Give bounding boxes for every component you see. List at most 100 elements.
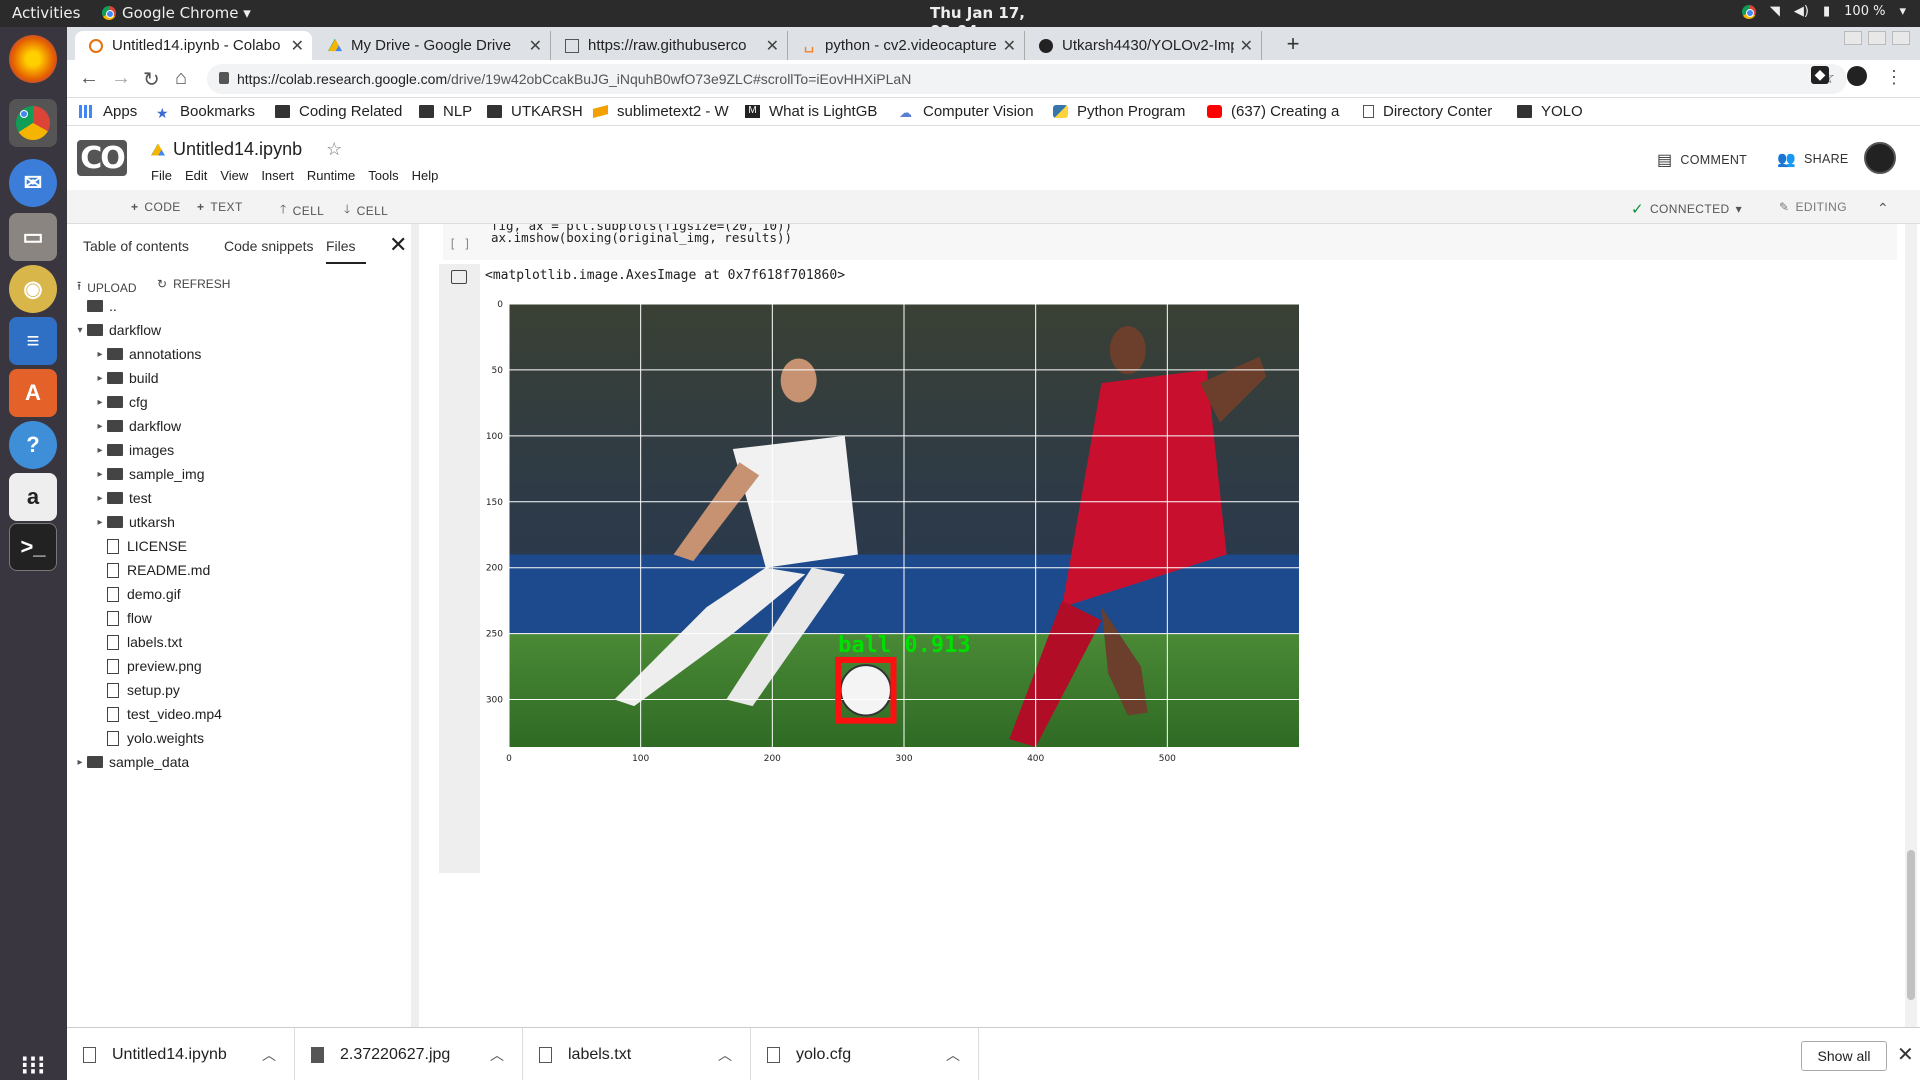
extension-icon[interactable]: ◆ [1811, 66, 1829, 84]
software-center-icon[interactable]: A [9, 369, 57, 417]
collapsed-arrow-icon[interactable]: ▸ [93, 445, 107, 456]
file-tree-item[interactable]: LICENSE [93, 536, 187, 556]
new-tab-button[interactable]: + [1279, 31, 1307, 57]
chevron-up-icon[interactable]: ︿ [718, 1045, 732, 1065]
close-tab-icon[interactable]: ✕ [766, 36, 779, 56]
file-tree-item[interactable]: test_video.mp4 [93, 704, 222, 724]
tab-table-of-contents[interactable]: Table of contents [83, 238, 189, 254]
file-tree-item[interactable]: flow [93, 608, 152, 628]
tab-github[interactable]: Utkarsh4430/YOLOv2-Imp ✕ [1025, 31, 1262, 60]
star-icon[interactable]: ☆ [326, 139, 342, 160]
tab-code-snippets[interactable]: Code snippets [224, 238, 314, 254]
url-field[interactable]: https://colab.research.google.com/drive/… [207, 64, 1847, 94]
bookmark-python-program[interactable]: Python Program [1053, 103, 1191, 120]
collapsed-arrow-icon[interactable]: ▸ [93, 373, 107, 384]
close-tab-icon[interactable]: ✕ [291, 36, 304, 56]
close-window-button[interactable] [1892, 31, 1910, 45]
bookmark-apps[interactable]: Apps [79, 103, 137, 120]
reload-icon[interactable]: ↻ [143, 67, 160, 92]
file-tree-item[interactable]: ▸ cfg [93, 392, 147, 412]
chrome-tray-icon[interactable] [1741, 4, 1756, 19]
collapse-header-icon[interactable]: ⌃ [1877, 200, 1889, 217]
menu-help[interactable]: Help [412, 168, 439, 183]
download-item[interactable]: 2.37220627.jpg ︿ [295, 1028, 523, 1080]
collapsed-arrow-icon[interactable]: ▸ [93, 349, 107, 360]
chrome-menu-icon[interactable]: ⋮ [1885, 67, 1903, 88]
files-icon[interactable]: ▭ [9, 213, 57, 261]
share-button[interactable]: 👥 SHARE [1777, 150, 1849, 168]
refresh-button[interactable]: ↻ REFRESH [157, 277, 230, 291]
move-cell-down-button[interactable]: 🡓 CELL [344, 200, 388, 221]
download-item[interactable]: labels.txt ︿ [523, 1028, 751, 1080]
bookmark-folder-utkarsh[interactable]: UTKARSH [487, 103, 583, 120]
file-tree-item[interactable]: ▸ test [93, 488, 151, 508]
collapsed-arrow-icon[interactable]: ▸ [73, 757, 87, 768]
back-icon[interactable]: ← [79, 67, 99, 90]
file-tree-item[interactable]: ▸ build [93, 368, 158, 388]
notebook-scrollbar[interactable] [1905, 224, 1917, 1027]
bookmark-folder-yolo[interactable]: YOLO [1517, 103, 1583, 120]
bookmark-folder-nlp[interactable]: NLP [419, 103, 472, 120]
tab-drive[interactable]: My Drive - Google Drive ✕ [314, 31, 551, 60]
file-tree-item[interactable]: ▸ sample_data [73, 752, 189, 772]
colab-logo[interactable]: CO [77, 140, 127, 176]
expanded-arrow-icon[interactable]: ▾ [73, 325, 87, 336]
file-tree-item[interactable]: setup.py [93, 680, 180, 700]
add-code-button[interactable]: + CODE [131, 200, 181, 214]
output-options-icon[interactable] [451, 270, 467, 284]
file-tree-item[interactable]: ▾ darkflow [73, 320, 161, 340]
show-all-button[interactable]: Show all [1801, 1041, 1887, 1071]
tab-raw-github[interactable]: https://raw.githubuserco ✕ [551, 31, 788, 60]
file-tree-item[interactable]: labels.txt [93, 632, 182, 652]
runtime-status[interactable]: ✓ CONNECTED ▾ [1631, 200, 1742, 218]
bookmark-lightgbm[interactable]: M What is LightGB [745, 103, 883, 120]
firefox-icon[interactable] [9, 35, 57, 83]
file-tree-item[interactable]: ▸ darkflow [93, 416, 181, 436]
terminal-icon[interactable]: >_ [9, 523, 57, 571]
file-tree-item[interactable]: README.md [93, 560, 210, 580]
help-icon[interactable]: ? [9, 421, 57, 469]
thunderbird-icon[interactable]: ✉ [9, 159, 57, 207]
bookmark-youtube[interactable]: (637) Creating a [1207, 103, 1345, 120]
home-icon[interactable]: ⌂ [175, 67, 187, 90]
chevron-up-icon[interactable]: ︿ [490, 1045, 504, 1065]
close-tab-icon[interactable]: ✕ [1003, 36, 1016, 56]
menu-view[interactable]: View [220, 168, 248, 183]
tab-stackoverflow[interactable]: python - cv2.videocapture ✕ [788, 31, 1025, 60]
rhythmbox-icon[interactable]: ◉ [9, 265, 57, 313]
file-tree-item[interactable]: ▸ annotations [93, 344, 201, 364]
move-cell-up-button[interactable]: 🡑 CELL [280, 200, 324, 221]
upload-button[interactable]: ⭱ UPLOAD [77, 277, 137, 298]
maximize-button[interactable] [1868, 31, 1886, 45]
file-tree-item[interactable]: yolo.weights [93, 728, 204, 748]
editing-mode-button[interactable]: ✎ EDITING [1779, 200, 1847, 214]
avatar[interactable] [1864, 142, 1896, 174]
collapsed-arrow-icon[interactable]: ▸ [93, 469, 107, 480]
chevron-up-icon[interactable]: ︿ [946, 1045, 960, 1065]
menu-runtime[interactable]: Runtime [307, 168, 355, 183]
menu-tools[interactable]: Tools [368, 168, 398, 183]
file-tree-item[interactable]: ▸ images [93, 440, 174, 460]
tab-colab[interactable]: Untitled14.ipynb - Colabo ✕ [75, 31, 312, 60]
menu-file[interactable]: File [151, 168, 172, 183]
forward-icon[interactable]: → [111, 67, 131, 90]
file-tree-item[interactable]: preview.png [93, 656, 202, 676]
file-tree-item[interactable]: ▸ utkarsh [93, 512, 174, 532]
download-item[interactable]: yolo.cfg ︿ [751, 1028, 979, 1080]
system-tray[interactable]: ◥ ◀) ▮ 100 % ▾ [1741, 4, 1906, 19]
comment-button[interactable]: ▤ COMMENT [1657, 150, 1747, 170]
writer-icon[interactable]: ≡ [9, 317, 57, 365]
tab-files[interactable]: Files [326, 238, 366, 264]
close-icon[interactable]: ✕ [1897, 1042, 1914, 1067]
chevron-up-icon[interactable]: ︿ [262, 1045, 276, 1065]
collapsed-arrow-icon[interactable]: ▸ [93, 397, 107, 408]
collapsed-arrow-icon[interactable]: ▸ [93, 421, 107, 432]
app-menu[interactable]: Google Chrome ▾ [102, 4, 251, 22]
collapsed-arrow-icon[interactable]: ▸ [93, 517, 107, 528]
notebook-title[interactable]: Untitled14.ipynb [173, 139, 302, 160]
minimize-button[interactable] [1844, 31, 1862, 45]
bookmark-directory[interactable]: Directory Conter [1363, 103, 1501, 120]
close-tab-icon[interactable]: ✕ [529, 36, 542, 56]
chrome-dock-icon[interactable] [9, 99, 57, 147]
collapsed-arrow-icon[interactable]: ▸ [93, 493, 107, 504]
